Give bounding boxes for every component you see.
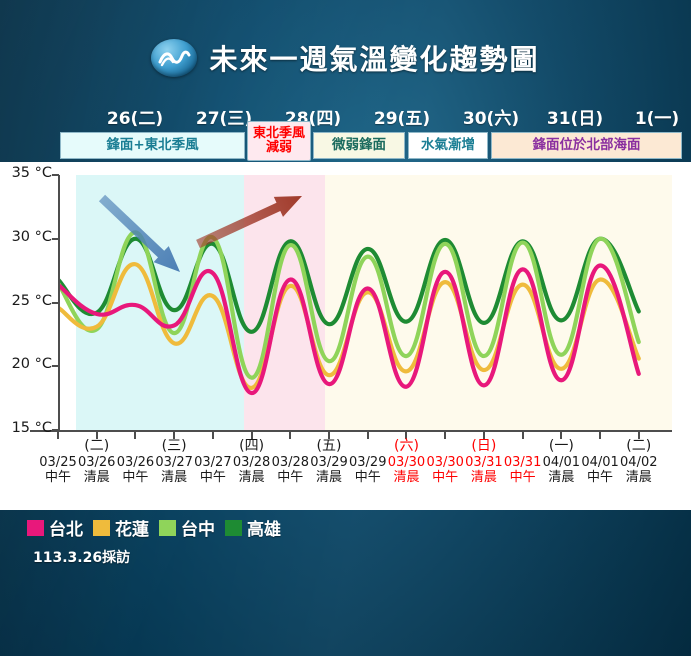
day-header: 26(二) 27(三) 28(四) 29(五) 30(六) 31(日) 1(一) — [60, 103, 679, 129]
chart-card: 35 °C 30 °C 25 °C 20 °C 15 °C 03/25 中午 (二) 03/2… — [0, 162, 691, 510]
legend-item: 台北 — [27, 515, 83, 540]
condition-band-label: 微弱鋒面 — [332, 137, 386, 154]
day-header-chip: 31(日) — [546, 108, 604, 129]
legend-item: 高雄 — [225, 515, 281, 540]
y-tick-label: 30 °C — [11, 228, 52, 245]
plot-area — [58, 175, 672, 430]
page-title: 未來一週氣溫變化趨勢圖 — [209, 43, 540, 76]
y-tick-mark — [52, 174, 59, 176]
legend-swatch — [27, 519, 44, 536]
x-tick-mark — [599, 432, 602, 439]
x-tick-date: 04/02 — [620, 455, 658, 470]
x-tick-label: (二) 04/02 清晨 — [612, 438, 666, 485]
y-tick-label: 15 °C — [11, 420, 52, 436]
day-header-chip: 29(五) — [373, 108, 431, 129]
legend-item: 花蓮 — [93, 515, 149, 540]
y-tick-label: 20 °C — [11, 356, 52, 373]
condition-band: 鋒面位於北部海面 — [491, 132, 682, 159]
legend-label: 花蓮 — [115, 520, 149, 540]
legend-label: 高雄 — [247, 520, 281, 540]
weather-wave-icon — [151, 39, 198, 77]
x-tick-mark — [134, 432, 137, 439]
condition-band: 鋒面+東北季風 — [60, 132, 245, 159]
x-tick-mark — [289, 432, 292, 439]
condition-band: 水氣漸增 — [408, 132, 488, 159]
day-header-chip: 26(二) — [106, 108, 164, 129]
x-tick-mark — [444, 432, 447, 439]
condition-band-label-2: 減弱 — [265, 140, 292, 155]
condition-band-label: 東北季風 — [252, 126, 305, 142]
x-tick-weekday: (二) — [626, 438, 652, 454]
condition-band-row: 鋒面+東北季風 東北季風 減弱 微弱鋒面 水氣漸增 鋒面位於北部海面 — [60, 121, 682, 162]
y-tick-mark — [52, 237, 59, 240]
legend-swatch — [159, 519, 176, 536]
y-tick-label: 35 °C — [11, 165, 52, 181]
condition-band-label: 鋒面位於北部海面 — [532, 137, 641, 154]
day-header-chip: 30(六) — [462, 108, 520, 129]
condition-band: 微弱鋒面 — [313, 132, 405, 159]
day-header-chip: 1(一) — [634, 108, 680, 129]
x-tick-mark — [211, 432, 214, 439]
y-tick-label: 25 °C — [11, 292, 52, 309]
title-row: 未來一週氣溫變化趨勢圖 — [0, 38, 691, 78]
legend-swatch — [93, 519, 110, 536]
x-axis-line — [30, 430, 672, 432]
legend: 台北 花蓮 台中 高雄 — [27, 515, 281, 540]
y-tick-mark — [52, 301, 59, 304]
legend-item: 台中 — [159, 515, 215, 540]
legend-swatch — [225, 519, 242, 536]
x-tick-mark — [366, 432, 369, 439]
temperature-line-chart — [58, 175, 672, 430]
condition-band: 東北季風 減弱 — [247, 121, 311, 161]
x-tick-mark — [521, 432, 524, 439]
legend-label: 台中 — [181, 520, 215, 540]
legend-label: 台北 — [49, 520, 83, 540]
y-tick-mark — [52, 429, 59, 431]
caption-text: 113.3.26採訪 — [33, 550, 131, 566]
condition-band-label: 水氣漸增 — [421, 137, 475, 154]
y-tick-mark — [52, 365, 59, 368]
x-tick-time: 清晨 — [625, 469, 652, 485]
condition-band-label: 鋒面+東北季風 — [106, 137, 199, 154]
x-tick-mark — [57, 432, 59, 439]
